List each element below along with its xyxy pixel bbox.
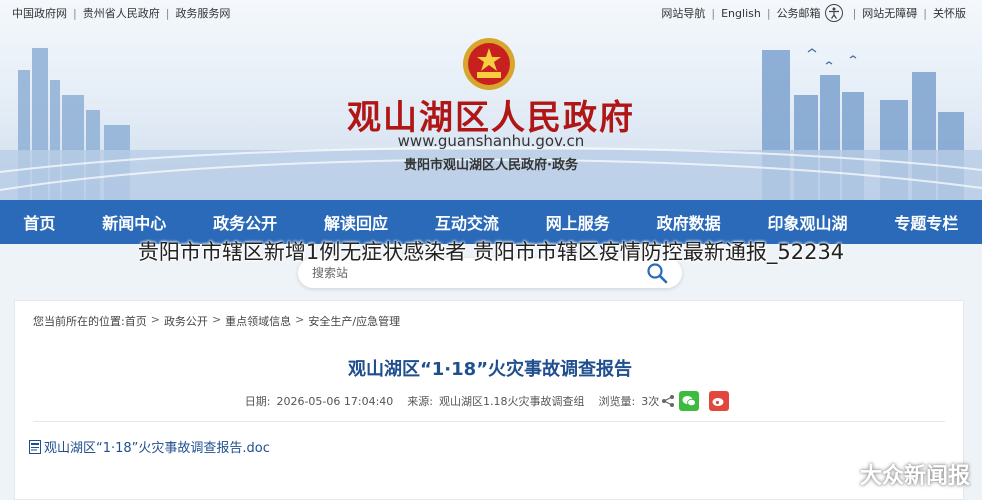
nav-online-service[interactable]: 网上服务 xyxy=(540,210,616,234)
views-label: 浏览量: xyxy=(598,395,636,408)
wechat-share-icon[interactable] xyxy=(679,391,700,411)
date-label: 日期: xyxy=(244,395,271,408)
overlay-headline: 贵阳市市辖区新增1例无症状感染者 贵阳市市辖区疫情防控最新通报_52234 xyxy=(137,240,845,264)
nav-interaction[interactable]: 互动交流 xyxy=(429,210,505,234)
watermark: 大众新闻报 xyxy=(827,458,970,490)
breadcrumb-separator: > xyxy=(295,313,305,326)
divider: | xyxy=(165,6,170,20)
divider: | xyxy=(766,6,771,20)
accessibility-icon[interactable] xyxy=(824,4,843,22)
nav-open-gov[interactable]: 政务公开 xyxy=(207,210,283,234)
search-input[interactable] xyxy=(312,266,646,280)
breadcrumb-separator: > xyxy=(211,313,222,326)
article-meta: 日期: 2026-05-06 17:04:40 来源: 观山湖区1.18火灾事故… xyxy=(15,391,965,411)
attachment-link[interactable]: 观山湖区“1·18”火灾事故调查报告.doc xyxy=(29,437,270,456)
external-links: 中国政府网 | 贵州省人民政府 | 政务服务网 xyxy=(12,5,230,21)
breadcrumb-prefix: 您当前所在的位置: xyxy=(33,315,125,328)
divider: | xyxy=(852,6,857,20)
article-card: 您当前所在的位置: 首页 > 政务公开 > 重点领域信息 > 安全生产/应急管理… xyxy=(14,300,964,500)
breadcrumb-safety[interactable]: 安全生产/应急管理 xyxy=(308,313,400,329)
national-emblem-icon xyxy=(463,38,515,90)
breadcrumb-open-gov[interactable]: 政务公开 xyxy=(164,313,208,329)
breadcrumb: 您当前所在的位置: 首页 > 政务公开 > 重点领域信息 > 安全生产/应急管理 xyxy=(33,313,400,329)
nav-impression[interactable]: 印象观山湖 xyxy=(762,210,854,234)
site-domain: www.guanshanhu.gov.cn xyxy=(397,132,585,150)
weibo-logo-icon xyxy=(827,465,855,485)
site-banner: 观山湖区人民政府 www.guanshanhu.gov.cn 贵阳市观山湖区人民… xyxy=(0,0,982,200)
breadcrumb-home[interactable]: 首页 xyxy=(125,313,147,329)
divider: | xyxy=(73,6,77,20)
publish-date: 2026-05-06 17:04:40 xyxy=(276,394,394,408)
link-care-mode[interactable]: 关怀版 xyxy=(933,5,966,21)
site-subtitle: 贵阳市观山湖区人民政府·政务 xyxy=(404,158,578,173)
nav-special-topics[interactable]: 专题专栏 xyxy=(888,210,964,234)
article-title: 观山湖区“1·18”火灾事故调查报告 xyxy=(347,359,633,380)
share-icon[interactable] xyxy=(661,394,675,408)
nav-interpretation[interactable]: 解读回应 xyxy=(318,210,394,234)
watermark-text: 大众新闻报 xyxy=(859,464,970,489)
breadcrumb-separator: > xyxy=(150,313,160,326)
link-gov-cn[interactable]: 中国政府网 xyxy=(12,5,67,21)
doc-file-icon xyxy=(29,439,41,454)
divider: | xyxy=(923,6,927,20)
link-service-portal[interactable]: 政务服务网 xyxy=(175,5,230,21)
breadcrumb-key-areas[interactable]: 重点领域信息 xyxy=(225,313,291,329)
link-accessibility[interactable]: 网站无障碍 xyxy=(862,5,917,21)
link-mail[interactable]: 公务邮箱 xyxy=(777,5,821,21)
link-english[interactable]: English xyxy=(721,7,761,20)
article-source: 观山湖区1.18火灾事故调查组 xyxy=(439,395,585,408)
attachment-filename[interactable]: 观山湖区“1·18”火灾事故调查报告.doc xyxy=(44,437,270,456)
nav-home[interactable]: 首页 xyxy=(17,210,61,234)
source-label: 来源: xyxy=(407,395,434,408)
nav-news[interactable]: 新闻中心 xyxy=(96,210,172,234)
utility-links: 网站导航 | English | 公务邮箱 | 网站无障碍 | 关怀版 xyxy=(661,4,966,22)
weibo-share-icon[interactable] xyxy=(709,391,730,411)
link-guizhou-gov[interactable]: 贵州省人民政府 xyxy=(83,5,160,21)
link-site-nav[interactable]: 网站导航 xyxy=(661,5,705,21)
divider: | xyxy=(711,6,716,20)
nav-gov-data[interactable]: 政府数据 xyxy=(651,210,727,234)
top-utility-bar: 中国政府网 | 贵州省人民政府 | 政务服务网 网站导航 | English |… xyxy=(0,0,982,26)
view-count: 3次 xyxy=(641,395,660,408)
divider xyxy=(33,421,945,422)
